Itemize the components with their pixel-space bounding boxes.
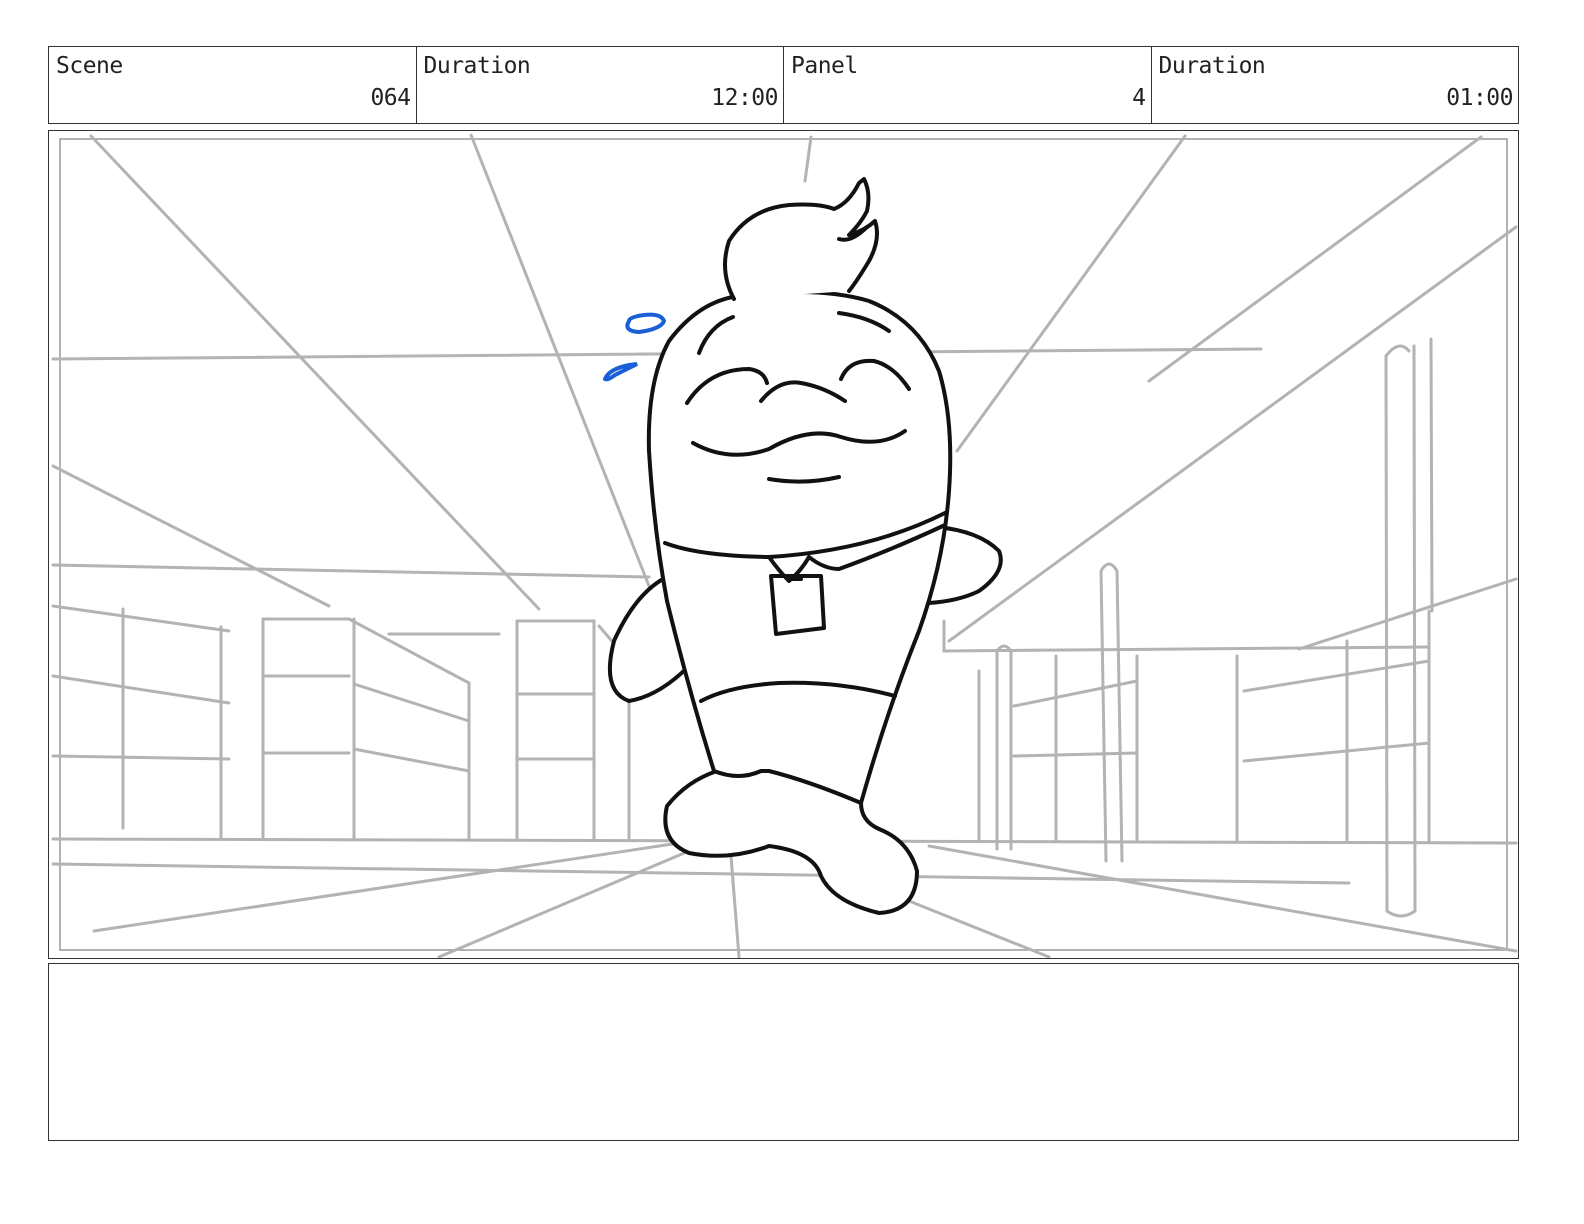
- shelf-line: [1242, 659, 1431, 693]
- floor-line: [907, 899, 1051, 958]
- panel-duration-value: 01:00: [1446, 85, 1513, 111]
- scene-cell: Scene 064: [49, 47, 417, 123]
- horizon-line: [51, 563, 651, 579]
- pipe: [1099, 562, 1124, 863]
- panel-cell: Panel 4: [784, 47, 1152, 123]
- tail-feet: [663, 769, 919, 915]
- shelf-top: [942, 619, 1431, 653]
- ceiling-line: [51, 464, 331, 608]
- scene-label: Scene: [56, 53, 123, 79]
- ceiling-line: [89, 134, 541, 611]
- body: [646, 290, 953, 805]
- floor-line: [92, 841, 681, 933]
- ceiling-line: [469, 133, 651, 588]
- panel-number: 4: [1132, 85, 1146, 111]
- pillar: [1384, 344, 1417, 918]
- shelf-top: [51, 604, 231, 633]
- panel-notes-box[interactable]: [48, 963, 1519, 1141]
- shelf-top: [347, 617, 471, 685]
- panel-duration-cell: Duration 01:00: [1152, 47, 1519, 123]
- sweat-drop: [625, 312, 667, 335]
- storyboard-panel-frame: [48, 130, 1519, 959]
- scene-number: 064: [370, 85, 411, 111]
- panel-duration-label: Duration: [1158, 53, 1266, 79]
- panel-label: Panel: [791, 53, 858, 79]
- floor-line: [51, 862, 1351, 885]
- shelf-line: [1012, 751, 1139, 758]
- ceiling-line: [955, 134, 1187, 453]
- pillar-line: [1429, 337, 1434, 613]
- shelf-line: [51, 754, 231, 761]
- horizon-line: [51, 347, 1263, 361]
- sweat-drop: [602, 362, 638, 382]
- scene-duration-cell: Duration 12:00: [417, 47, 784, 123]
- shelf-line: [51, 674, 231, 705]
- scene-duration-label: Duration: [423, 53, 531, 79]
- character-sketch: [607, 177, 1003, 915]
- panel-drawing: [51, 133, 1518, 958]
- shelf-line: [352, 747, 471, 773]
- shelf-line: [352, 682, 471, 723]
- storyboard-header: Scene 064 Duration 12:00 Panel 4 Duratio…: [48, 46, 1519, 124]
- scene-duration-value: 12:00: [711, 85, 778, 111]
- ceiling-line: [803, 135, 813, 183]
- shelf-top: [1297, 577, 1518, 651]
- pipe: [995, 644, 1013, 851]
- shelf-line: [1242, 741, 1431, 763]
- floor-line: [437, 849, 691, 958]
- sweat-drops: [602, 312, 667, 382]
- floor-line: [927, 844, 1518, 953]
